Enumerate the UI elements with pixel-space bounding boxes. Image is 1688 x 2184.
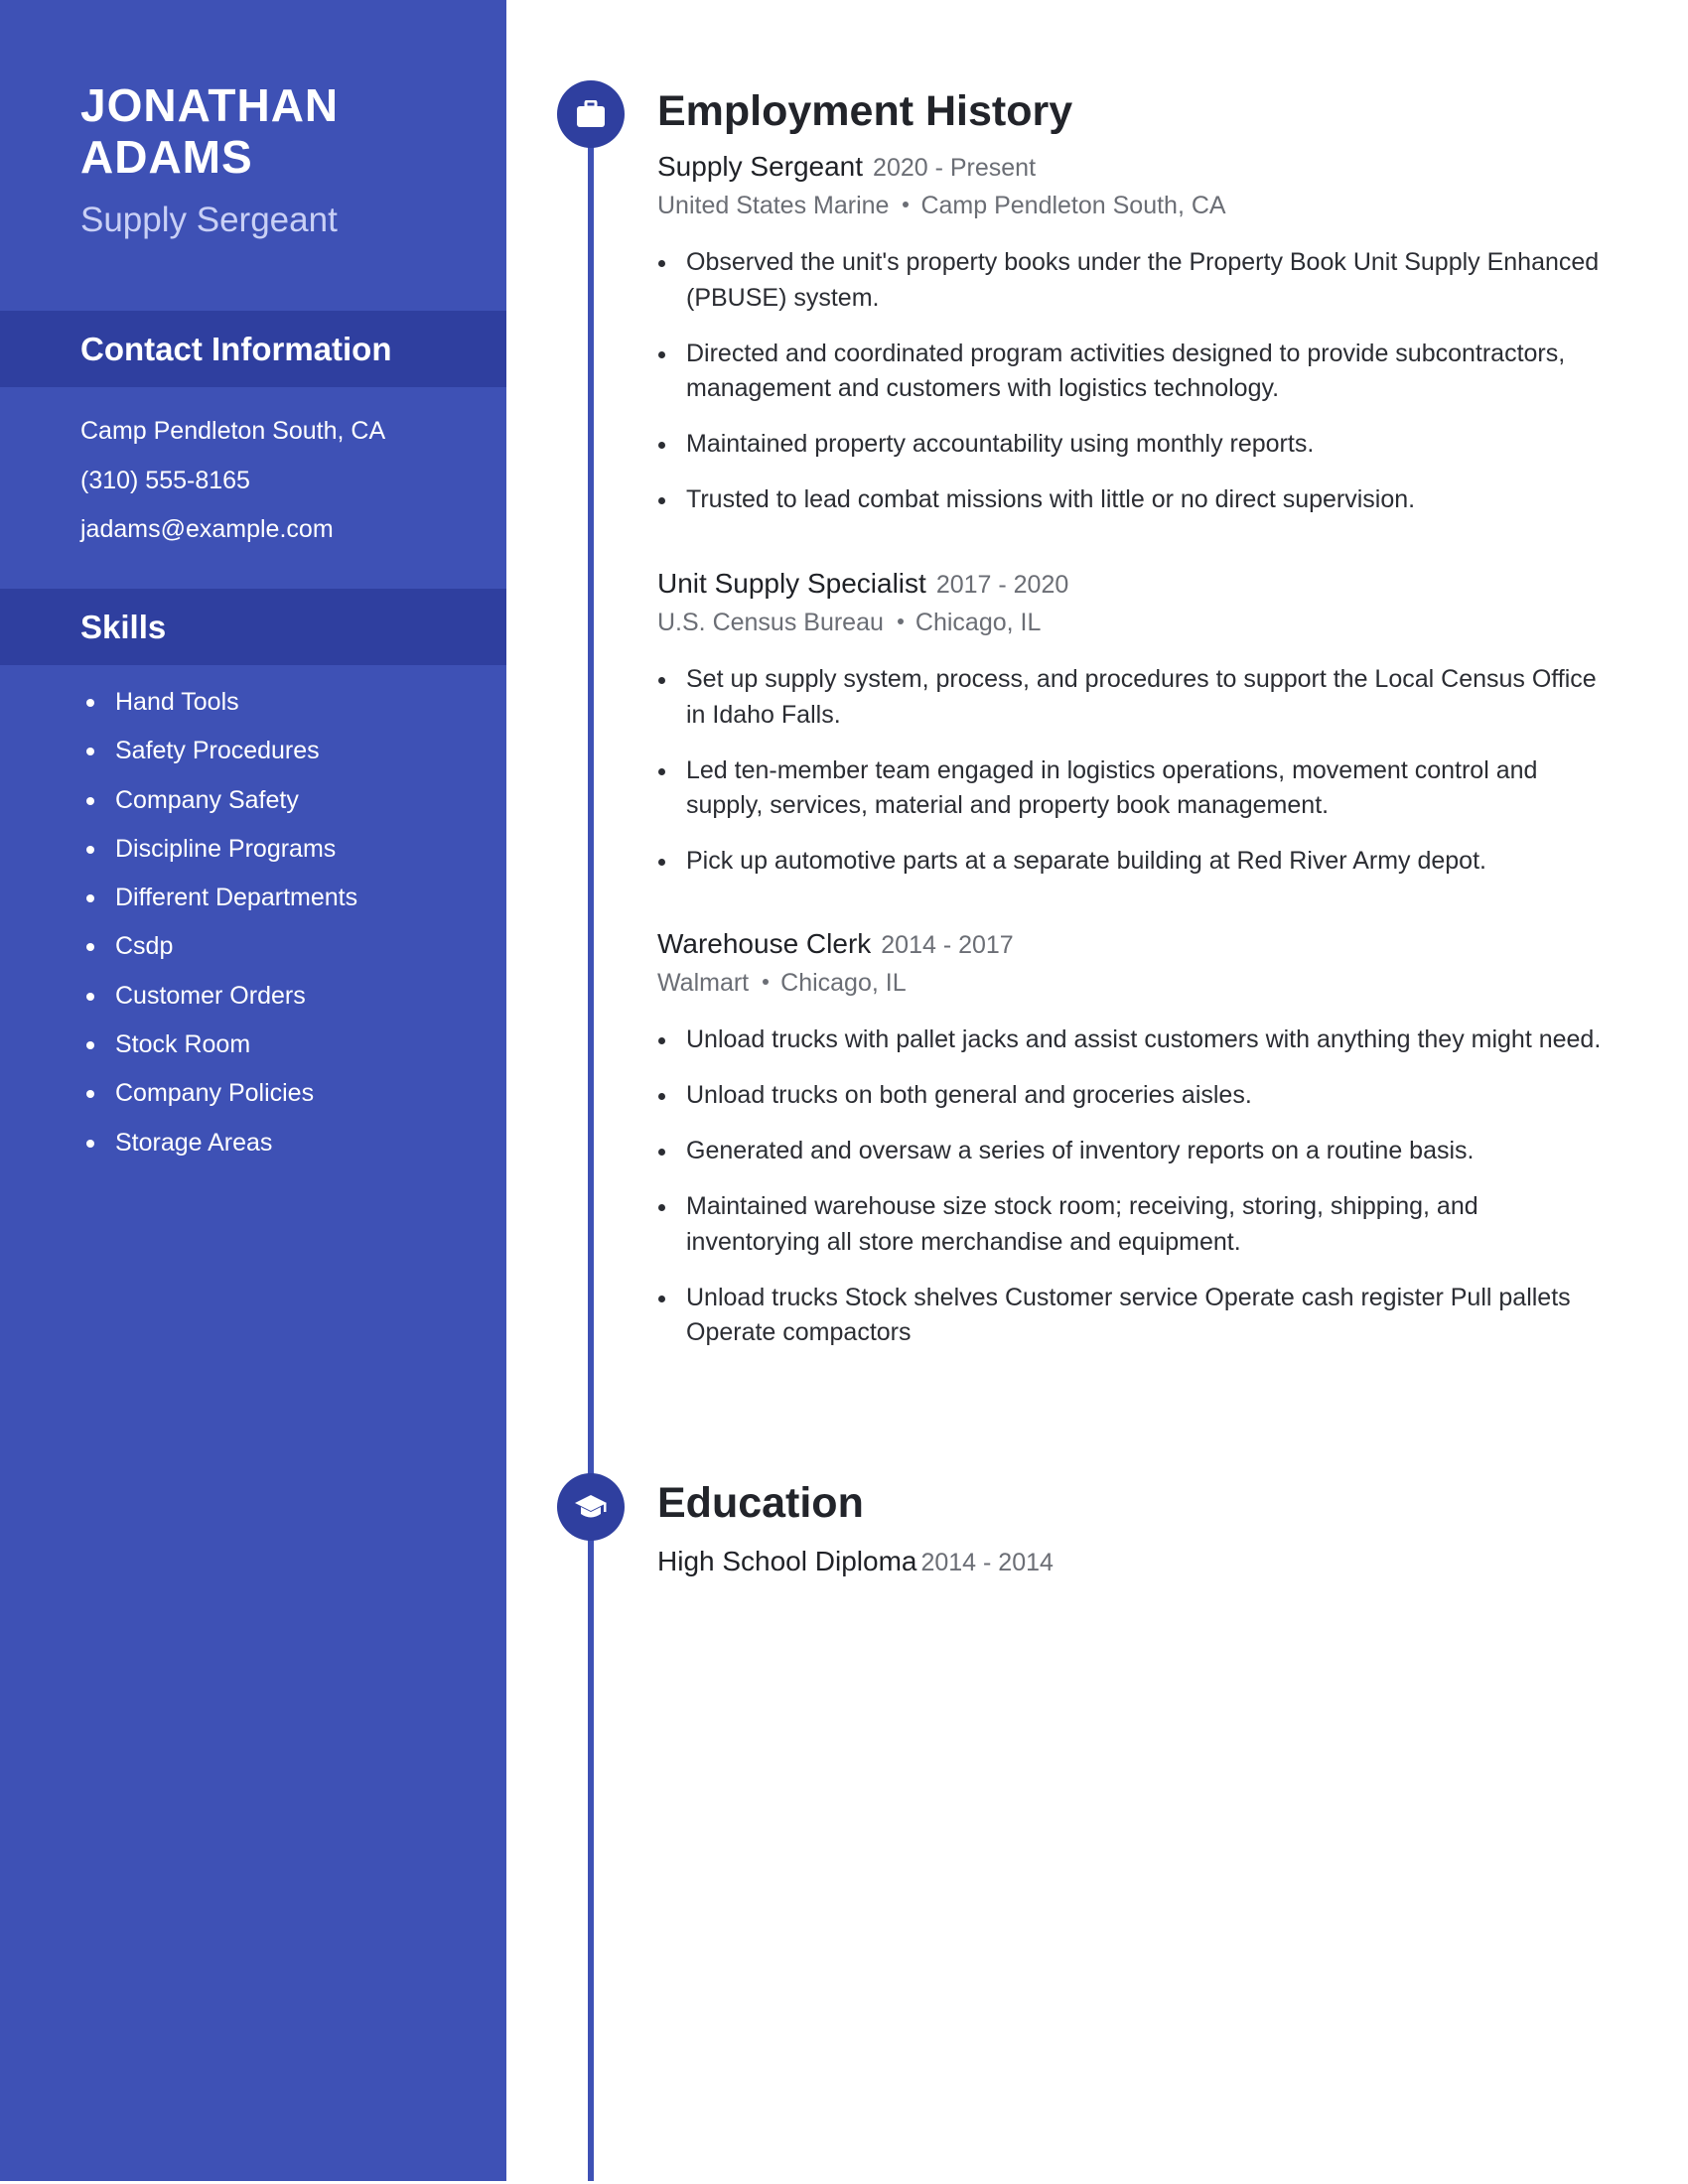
- job-bullet: Unload trucks with pallet jacks and assi…: [657, 1023, 1611, 1058]
- job-entry: Supply Sergeant 2020 - Present United Sta…: [657, 149, 1611, 538]
- timeline-line: [588, 147, 594, 2181]
- skill-item: Stock Room: [80, 1021, 357, 1069]
- skills-heading: Skills: [80, 608, 167, 645]
- separator-dot: [897, 618, 904, 625]
- contact-address: Camp Pendleton South, CA: [80, 417, 386, 445]
- job-header: Unit Supply Specialist 2017 - 2020: [657, 566, 1611, 603]
- skill-item: Customer Orders: [80, 972, 357, 1021]
- job-bullet: Led ten-member team engaged in logistics…: [657, 753, 1611, 824]
- job-dates: 2020 - Present: [873, 154, 1037, 182]
- contact-header-band: Contact Information: [0, 311, 506, 387]
- job-bullet: Generated and oversaw a series of invent…: [657, 1134, 1611, 1169]
- job-bullet: Maintained warehouse size stock room; re…: [657, 1189, 1611, 1260]
- job-bullet: Trusted to lead combat missions with lit…: [657, 482, 1611, 518]
- candidate-name: JONATHAN ADAMS: [80, 79, 339, 183]
- job-header: Warehouse Clerk 2014 - 2017: [657, 926, 1611, 963]
- job-employer-line: United States Marine Camp Pendleton South…: [657, 188, 1611, 223]
- education-heading: Education: [657, 1479, 864, 1527]
- job-employer: United States Marine: [657, 192, 890, 219]
- job-bullets: Set up supply system, process, and proce…: [657, 662, 1611, 880]
- job-bullet: Maintained property accountability using…: [657, 427, 1611, 463]
- contact-phone[interactable]: (310) 555-8165: [80, 457, 385, 506]
- first-name: JONATHAN: [80, 79, 340, 131]
- contact-heading: Contact Information: [80, 330, 392, 367]
- job-role: Supply Sergeant: [657, 151, 864, 182]
- skill-item: Csdp: [80, 922, 357, 971]
- separator-dot: [763, 979, 770, 986]
- skills-list: Hand Tools Safety Procedures Company Saf…: [80, 678, 357, 1167]
- job-bullet: Directed and coordinated program activit…: [657, 337, 1611, 407]
- job-location: Camp Pendleton South, CA: [920, 192, 1226, 219]
- skill-item: Company Safety: [80, 776, 357, 825]
- job-employer: Walmart: [657, 969, 750, 997]
- employment-heading: Employment History: [657, 87, 1073, 135]
- contact-email[interactable]: jadams@example.com: [80, 505, 385, 555]
- job-dates: 2017 - 2020: [935, 571, 1069, 599]
- graduation-cap-icon: [557, 1473, 625, 1541]
- job-location: Chicago, IL: [914, 609, 1042, 636]
- job-bullets: Unload trucks with pallet jacks and assi…: [657, 1023, 1611, 1351]
- skill-item: Company Policies: [80, 1069, 357, 1118]
- job-bullet: Observed the unit's property books under…: [657, 245, 1611, 316]
- job-location: Chicago, IL: [780, 969, 907, 997]
- sidebar: JONATHAN ADAMS Supply Sergeant Contact I…: [0, 0, 506, 2181]
- job-bullets: Observed the unit's property books under…: [657, 245, 1611, 518]
- job-employer: U.S. Census Bureau: [657, 609, 884, 636]
- job-employer-line: U.S. Census Bureau Chicago, IL: [657, 605, 1611, 640]
- skill-item: Different Departments: [80, 874, 357, 922]
- briefcase-icon: [557, 80, 625, 148]
- job-role: Unit Supply Specialist: [657, 568, 926, 599]
- skill-item: Hand Tools: [80, 678, 357, 727]
- last-name: ADAMS: [80, 131, 253, 183]
- job-bullet: Unload trucks Stock shelves Customer ser…: [657, 1281, 1611, 1351]
- job-dates: 2014 - 2017: [881, 931, 1014, 959]
- skill-item: Safety Procedures: [80, 727, 357, 775]
- skills-header-band: Skills: [0, 589, 506, 665]
- education-entry: High School Diploma 2014 - 2014: [657, 1544, 1054, 1580]
- job-role: Warehouse Clerk: [657, 928, 872, 959]
- education-dates: 2014 - 2014: [920, 1549, 1054, 1576]
- contact-list: Camp Pendleton South, CA (310) 555-8165 …: [80, 407, 385, 555]
- skill-item: Storage Areas: [80, 1119, 357, 1167]
- separator-dot: [903, 202, 910, 208]
- job-entry: Warehouse Clerk 2014 - 2017 Walmart Chicag…: [657, 926, 1611, 1371]
- education-degree: High School Diploma: [657, 1546, 917, 1576]
- job-employer-line: Walmart Chicago, IL: [657, 965, 1611, 1001]
- job-header: Supply Sergeant 2020 - Present: [657, 149, 1611, 186]
- skill-item: Discipline Programs: [80, 825, 357, 874]
- job-bullet: Set up supply system, process, and proce…: [657, 662, 1611, 733]
- job-bullet: Unload trucks on both general and grocer…: [657, 1078, 1611, 1114]
- candidate-title: Supply Sergeant: [80, 201, 338, 239]
- job-bullet: Pick up automotive parts at a separate b…: [657, 844, 1611, 880]
- job-entry: Unit Supply Specialist 2017 - 2020 U.S. C…: [657, 566, 1611, 899]
